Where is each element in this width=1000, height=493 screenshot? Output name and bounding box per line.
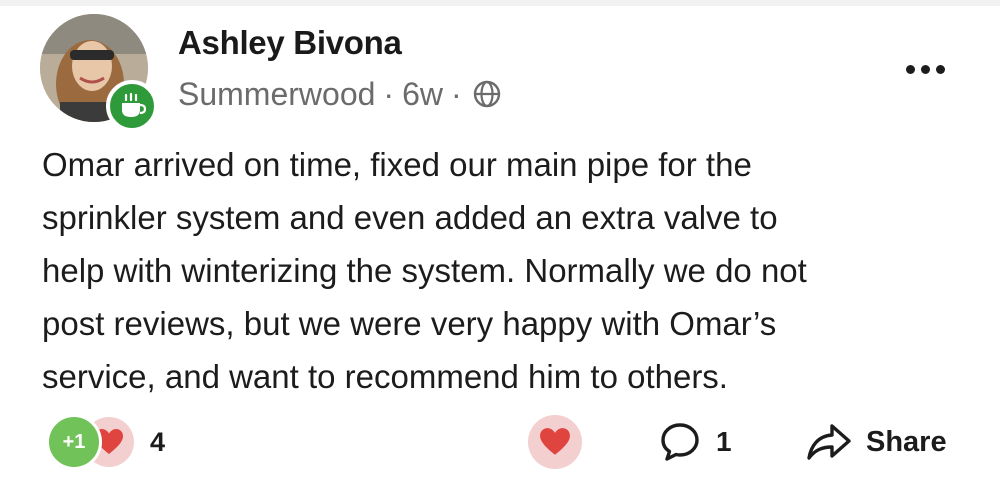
neighbor-badge (106, 80, 158, 132)
comment-bubble-icon (661, 423, 699, 461)
comment-count: 1 (716, 426, 732, 457)
dot (905, 64, 915, 74)
more-options-button[interactable] (895, 56, 955, 82)
heart-icon (540, 428, 570, 455)
top-divider (0, 0, 1000, 6)
share-label: Share (866, 425, 947, 458)
post-meta: Summerwood · 6w · (178, 74, 502, 114)
post-body-line: help with winterizing the system. Normal… (42, 252, 807, 289)
author-name[interactable]: Ashley Bivona (178, 24, 402, 62)
post-footer: +1 4 1 Share (0, 412, 1000, 472)
coffee-cup-icon (122, 92, 146, 117)
plus-one-label: +1 (62, 430, 86, 453)
comment-button[interactable]: 1 (658, 418, 732, 466)
reaction-count: 4 (150, 426, 166, 457)
share-button[interactable]: Share (806, 418, 947, 466)
plus-one-icon: +1 (46, 414, 102, 470)
post-body: Omar arrived on time, fixed our main pip… (42, 138, 962, 403)
dot (920, 64, 930, 74)
neighborhood-label[interactable]: Summerwood (178, 76, 375, 113)
post-body-line: Omar arrived on time, fixed our main pip… (42, 146, 752, 183)
like-button[interactable] (528, 415, 582, 469)
post-header: Ashley Bivona Summerwood · 6w · (40, 14, 980, 132)
post-body-line: post reviews, but we were very happy wit… (42, 305, 777, 342)
post-body-line: sprinkler system and even added an extra… (42, 199, 778, 236)
meta-separator: · (383, 75, 395, 112)
globe-icon (473, 80, 500, 108)
post-age: 6w (402, 75, 443, 112)
meta-separator: · (450, 75, 462, 112)
post-body-line: service, and want to recommend him to ot… (42, 358, 728, 395)
dot (935, 64, 945, 74)
reaction-summary[interactable]: +1 4 (46, 412, 165, 472)
share-arrow-icon (807, 424, 851, 460)
